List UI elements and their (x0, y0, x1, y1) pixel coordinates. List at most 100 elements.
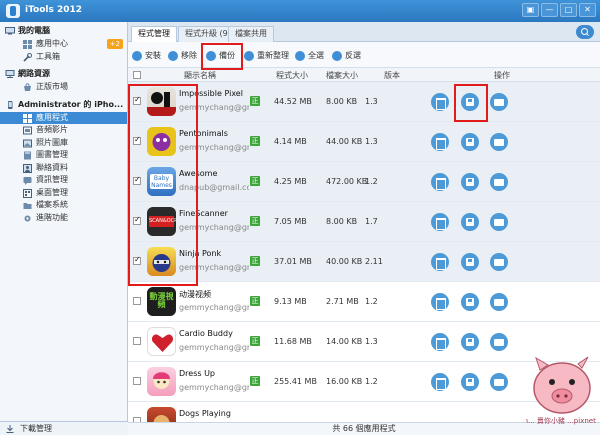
backup-app-icon[interactable] (461, 213, 479, 231)
sidebar-item-messages[interactable]: 資訊管理 (0, 174, 127, 187)
network-icon (5, 70, 15, 78)
app-icon: Baby Names (147, 167, 176, 196)
install-button[interactable]: 安裝 (132, 50, 161, 62)
sidebar-item-files[interactable]: 檔案系統 (0, 199, 127, 212)
col-doc-size[interactable]: 檔案大小 (326, 70, 358, 81)
backup-app-icon[interactable] (461, 253, 479, 271)
app-version: 1.7 (365, 217, 378, 226)
table-row[interactable]: Pentonimals gemmychang@gm...正 4.14 MB 44.00… (128, 122, 600, 162)
backup-icon (206, 51, 216, 61)
sidebar-item-desktop[interactable]: 桌面管理 (0, 187, 127, 200)
delete-app-icon[interactable] (431, 213, 449, 231)
sidebar-item-contacts[interactable]: 聯絡資料 (0, 162, 127, 175)
maximize-button[interactable]: □ (560, 3, 577, 17)
itunes-badge-icon: 正 (250, 136, 260, 146)
backup-app-icon[interactable] (461, 173, 479, 191)
sidebar-item-media[interactable]: 音頻影片 (0, 124, 127, 137)
delete-app-icon[interactable] (431, 133, 449, 151)
open-folder-icon[interactable] (490, 253, 508, 271)
sidebar-section-my-computer[interactable]: 我的電腦 (0, 24, 127, 38)
sidebar-item-apps[interactable]: 應用程式 (0, 111, 127, 124)
sidebar-item-advanced[interactable]: 進階功能 (0, 212, 127, 225)
table-header: 顯示名稱 程式大小 檔案大小 版本 操作 (128, 68, 600, 82)
app-developer: gemmychang@gm... (179, 143, 249, 152)
open-folder-icon[interactable] (490, 333, 508, 351)
row-checkbox[interactable] (133, 297, 141, 305)
backup-app-icon[interactable] (461, 293, 479, 311)
col-size[interactable]: 程式大小 (276, 70, 308, 81)
sidebar-item-label: 進階功能 (36, 212, 68, 222)
delete-app-icon[interactable] (431, 293, 449, 311)
minimize-button[interactable]: — (541, 3, 558, 17)
app-developer: gemmychang@gm... (179, 383, 249, 392)
sidebar-section-device[interactable]: Administrator 的 iPho... (0, 98, 127, 112)
col-version[interactable]: 版本 (384, 70, 400, 81)
sidebar-section-label: 網路資源 (18, 69, 50, 78)
table-row[interactable]: Impossible Pixel gemmychang@gm...正 44.52 M… (128, 82, 600, 122)
skin-button[interactable]: ▣ (522, 3, 539, 17)
app-name: Impossible Pixel (179, 89, 243, 98)
close-button[interactable]: ✕ (579, 3, 596, 17)
tab-bar: 程式管理 程式升級 (9) 檔案共用 (128, 22, 600, 43)
tab-file-sharing[interactable]: 檔案共用 (228, 26, 274, 42)
delete-app-icon[interactable] (431, 373, 449, 391)
open-folder-icon[interactable] (490, 373, 508, 391)
app-icon (147, 87, 176, 116)
sidebar-item-store[interactable]: 正版市場 (0, 81, 127, 94)
app-doc-size: 2.71 MB (326, 297, 359, 306)
select-all-button[interactable]: 全選 (295, 50, 324, 62)
row-checkbox[interactable] (133, 135, 141, 145)
backup-button[interactable]: 備份 (206, 50, 235, 62)
sidebar-section-network[interactable]: 網路資源 (0, 67, 127, 81)
table-row[interactable]: SCAN&OCRFineScanner gemmychang@gm...正 7.05… (128, 202, 600, 242)
open-folder-icon[interactable] (490, 93, 508, 111)
sidebar-item-label: 正版市場 (36, 82, 68, 91)
table-row[interactable]: Baby Names Awesome dnapub@gmail.com正 4.25 M… (128, 162, 600, 202)
row-checkbox[interactable] (133, 95, 141, 105)
photo-icon (23, 139, 32, 147)
backup-app-icon[interactable] (461, 333, 479, 351)
app-developer: gemmychang@gm... (179, 263, 249, 272)
search-button[interactable] (576, 25, 594, 39)
itunes-badge-icon: 正 (250, 96, 260, 106)
row-checkbox[interactable] (133, 337, 141, 345)
sidebar-item-label: 工具箱 (36, 51, 60, 61)
refresh-button[interactable]: 重新整理 (244, 50, 289, 62)
open-folder-icon[interactable] (490, 213, 508, 231)
sidebar-item-label: 資訊管理 (36, 175, 68, 184)
app-size: 7.05 MB (274, 217, 307, 226)
open-folder-icon[interactable] (490, 293, 508, 311)
title-bar: iTools 2012 ▣ — □ ✕ (0, 0, 600, 22)
row-checkbox[interactable] (133, 377, 141, 385)
open-folder-icon[interactable] (490, 133, 508, 151)
col-name[interactable]: 顯示名稱 (184, 70, 216, 81)
col-actions: 操作 (494, 71, 510, 80)
message-icon (23, 177, 32, 185)
sidebar-item-toolbox[interactable]: 工具箱 (0, 51, 127, 64)
sidebar-item-books[interactable]: 圖書管理 (0, 149, 127, 162)
sidebar-item-photos[interactable]: 照片圖庫 (0, 137, 127, 150)
table-row[interactable]: 動漫視頻动漫视频 gemmychang@gm...正 9.13 MB 2.71 MB 1… (128, 282, 600, 322)
tab-app-management[interactable]: 程式管理 (131, 26, 177, 43)
delete-app-icon[interactable] (431, 173, 449, 191)
download-manager-label: 下載管理 (20, 424, 52, 433)
backup-app-icon[interactable] (461, 93, 479, 111)
remove-button[interactable]: 移除 (168, 50, 197, 62)
sidebar-item-app-center[interactable]: 應用中心 +2 (0, 38, 127, 51)
row-checkbox[interactable] (133, 255, 141, 265)
table-row[interactable]: Ninja Ponk gemmychang@gm...正 37.01 MB 40.00… (128, 242, 600, 282)
backup-app-icon[interactable] (461, 133, 479, 151)
download-manager[interactable]: 下載管理 (0, 421, 128, 435)
invert-selection-button[interactable]: 反選 (332, 50, 361, 62)
delete-app-icon[interactable] (431, 333, 449, 351)
select-all-checkbox[interactable] (133, 71, 141, 79)
delete-app-icon[interactable] (431, 253, 449, 271)
backup-app-icon[interactable] (461, 373, 479, 391)
app-name: Dress Up (179, 369, 216, 378)
open-folder-icon[interactable] (490, 173, 508, 191)
row-checkbox[interactable] (133, 175, 141, 185)
sidebar-item-label: 桌面管理 (36, 187, 68, 197)
delete-app-icon[interactable] (431, 93, 449, 111)
select-all-icon (295, 51, 305, 61)
row-checkbox[interactable] (133, 215, 141, 225)
